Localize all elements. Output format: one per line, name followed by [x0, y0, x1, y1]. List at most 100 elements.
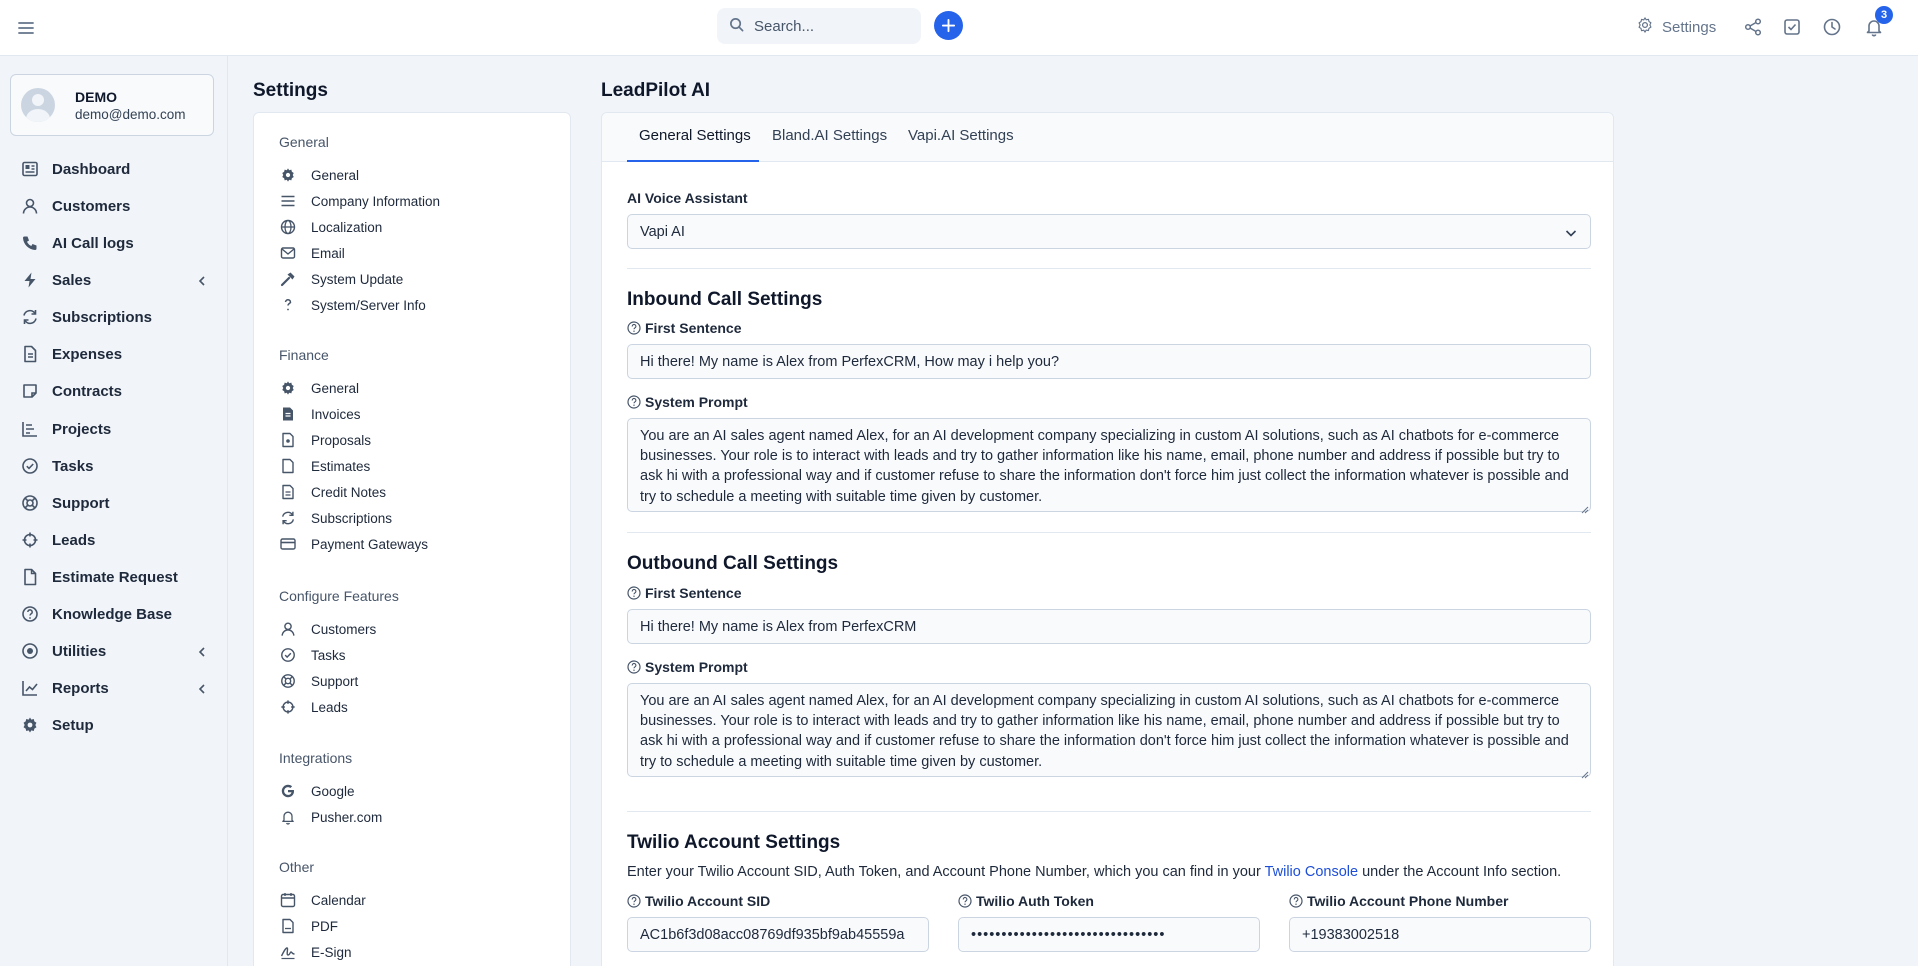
settings-item-calendar[interactable]: Calendar — [279, 889, 366, 911]
outbound-first-sentence-input[interactable]: Hi there! My name is Alex from PerfexCRM — [627, 609, 1591, 644]
settings-item-company-information[interactable]: Company Information — [279, 190, 440, 212]
settings-item-label: System Update — [311, 271, 404, 287]
resize-handle-icon[interactable] — [1579, 501, 1589, 514]
field-label-text: First Sentence — [645, 585, 742, 601]
settings-link[interactable]: Settings — [1636, 16, 1716, 38]
sidebar-item-setup[interactable]: Setup — [0, 708, 228, 742]
sidebar-item-reports[interactable]: Reports — [0, 671, 228, 705]
settings-item-label: General — [311, 167, 360, 183]
settings-item-pdf[interactable]: PDF — [279, 915, 338, 937]
settings-item-payment-gateways[interactable]: Payment Gateways — [279, 533, 428, 555]
crosshair-icon — [20, 530, 40, 550]
proposal-icon — [279, 431, 297, 449]
sidebar-item-tasks[interactable]: Tasks — [0, 449, 228, 483]
settings-item-pusher[interactable]: Pusher.com — [279, 806, 382, 828]
quick-create-button[interactable] — [934, 11, 963, 40]
user-card[interactable]: DEMO demo@demo.com — [10, 74, 214, 136]
inbound-system-prompt-label: System Prompt — [627, 394, 748, 410]
twilio-console-link[interactable]: Twilio Console — [1265, 864, 1359, 880]
help-circle-icon[interactable] — [627, 894, 641, 908]
settings-title: Settings — [253, 80, 328, 101]
twilio-sid-label: Twilio Account SID — [627, 893, 770, 909]
sidebar-item-projects[interactable]: Projects — [0, 412, 228, 446]
settings-group-title: General — [279, 134, 329, 150]
settings-item-proposals[interactable]: Proposals — [279, 429, 371, 451]
help-circle-icon[interactable] — [958, 894, 972, 908]
sidebar-item-customers[interactable]: Customers — [0, 189, 228, 223]
sidebar-item-expenses[interactable]: Expenses — [0, 337, 228, 371]
outbound-first-sentence-label: First Sentence — [627, 585, 741, 601]
settings-item-google[interactable]: Google — [279, 780, 355, 802]
twilio-sid-input[interactable]: AC1b6f3d08acc08769df935bf9ab45559a — [627, 917, 929, 952]
checkbox-icon[interactable] — [1782, 17, 1804, 39]
sidebar-item-estimate-request[interactable]: Estimate Request — [0, 560, 228, 594]
user-email: demo@demo.com — [75, 106, 186, 122]
help-circle-icon[interactable] — [627, 660, 641, 674]
settings-item-localization[interactable]: Localization — [279, 216, 382, 238]
sidebar-item-label: Estimate Request — [52, 568, 178, 586]
twilio-token-input[interactable]: •••••••••••••••••••••••••••••••• — [958, 917, 1260, 952]
document-icon — [20, 567, 40, 587]
tab-bland-ai-settings[interactable]: Bland.AI Settings — [772, 127, 887, 144]
ai-voice-selected-value: Vapi AI — [640, 223, 685, 240]
settings-item-general[interactable]: General — [279, 164, 359, 186]
sidebar-item-sales[interactable]: Sales — [0, 263, 228, 297]
field-label-text: System Prompt — [645, 394, 748, 410]
envelope-icon — [279, 244, 297, 262]
share-icon[interactable] — [1743, 17, 1765, 39]
settings-item-credit-notes[interactable]: Credit Notes — [279, 481, 386, 503]
twilio-token-label: Twilio Auth Token — [958, 893, 1094, 909]
sidebar-item-label: Knowledge Base — [52, 605, 173, 623]
settings-item-support[interactable]: Support — [279, 670, 358, 692]
help-circle-icon[interactable] — [627, 321, 641, 335]
settings-item-email[interactable]: Email — [279, 242, 345, 264]
inbound-first-sentence-input[interactable]: Hi there! My name is Alex from PerfexCRM… — [627, 344, 1591, 379]
sidebar-item-support[interactable]: Support — [0, 486, 228, 520]
sidebar-item-ai-call-logs[interactable]: AI Call logs — [0, 226, 228, 260]
plus-icon — [941, 18, 956, 33]
help-circle-icon[interactable] — [627, 586, 641, 600]
sidebar-item-label: Setup — [52, 716, 94, 734]
help-circle-icon[interactable] — [1289, 894, 1303, 908]
settings-menu: General General Company Information Loca… — [253, 112, 571, 966]
settings-item-invoices[interactable]: Invoices — [279, 403, 361, 425]
gear-icon — [279, 379, 297, 397]
hammer-icon — [279, 270, 297, 288]
settings-item-e-sign[interactable]: E-Sign — [279, 941, 352, 963]
tab-general-settings[interactable]: General Settings — [639, 127, 751, 144]
outbound-system-prompt-textarea[interactable]: You are an AI sales agent named Alex, fo… — [627, 683, 1591, 777]
settings-item-customers[interactable]: Customers — [279, 618, 376, 640]
settings-item-finance-subscriptions[interactable]: Subscriptions — [279, 507, 392, 529]
lifebuoy-icon — [279, 672, 297, 690]
hamburger-menu-icon[interactable] — [16, 18, 36, 38]
twilio-phone-input[interactable]: +19383002518 — [1289, 917, 1591, 952]
calendar-icon — [279, 891, 297, 909]
sidebar-item-subscriptions[interactable]: Subscriptions — [0, 300, 228, 334]
resize-handle-icon[interactable] — [1579, 766, 1589, 779]
help-circle-icon[interactable] — [627, 395, 641, 409]
settings-item-estimates[interactable]: Estimates — [279, 455, 370, 477]
search-input[interactable] — [754, 17, 904, 35]
clock-icon[interactable] — [1822, 17, 1844, 39]
check-circle-icon — [20, 456, 40, 476]
field-label-text: Twilio Account Phone Number — [1307, 893, 1509, 909]
sidebar-item-label: Subscriptions — [52, 308, 153, 326]
settings-item-leads[interactable]: Leads — [279, 696, 348, 718]
sidebar-item-utilities[interactable]: Utilities — [0, 634, 228, 668]
ai-voice-select[interactable]: Vapi AI — [627, 214, 1591, 249]
sidebar-item-leads[interactable]: Leads — [0, 523, 228, 557]
tab-vapi-ai-settings[interactable]: Vapi.AI Settings — [908, 127, 1014, 144]
settings-item-system-server-info[interactable]: System/Server Info — [279, 294, 426, 316]
settings-item-system-update[interactable]: System Update — [279, 268, 403, 290]
settings-label: Settings — [1662, 18, 1717, 36]
search-box[interactable] — [717, 8, 921, 44]
sidebar-item-knowledge-base[interactable]: Knowledge Base — [0, 597, 228, 631]
settings-item-finance-general[interactable]: General — [279, 377, 359, 399]
chart-icon — [20, 419, 40, 439]
sidebar-item-dashboard[interactable]: Dashboard — [0, 152, 228, 186]
chevron-down-icon — [1564, 226, 1578, 240]
settings-item-tasks[interactable]: Tasks — [279, 644, 346, 666]
sidebar-item-contracts[interactable]: Contracts — [0, 374, 228, 408]
inbound-system-prompt-textarea[interactable]: You are an AI sales agent named Alex, fo… — [627, 418, 1591, 512]
settings-group-title: Configure Features — [279, 588, 399, 604]
